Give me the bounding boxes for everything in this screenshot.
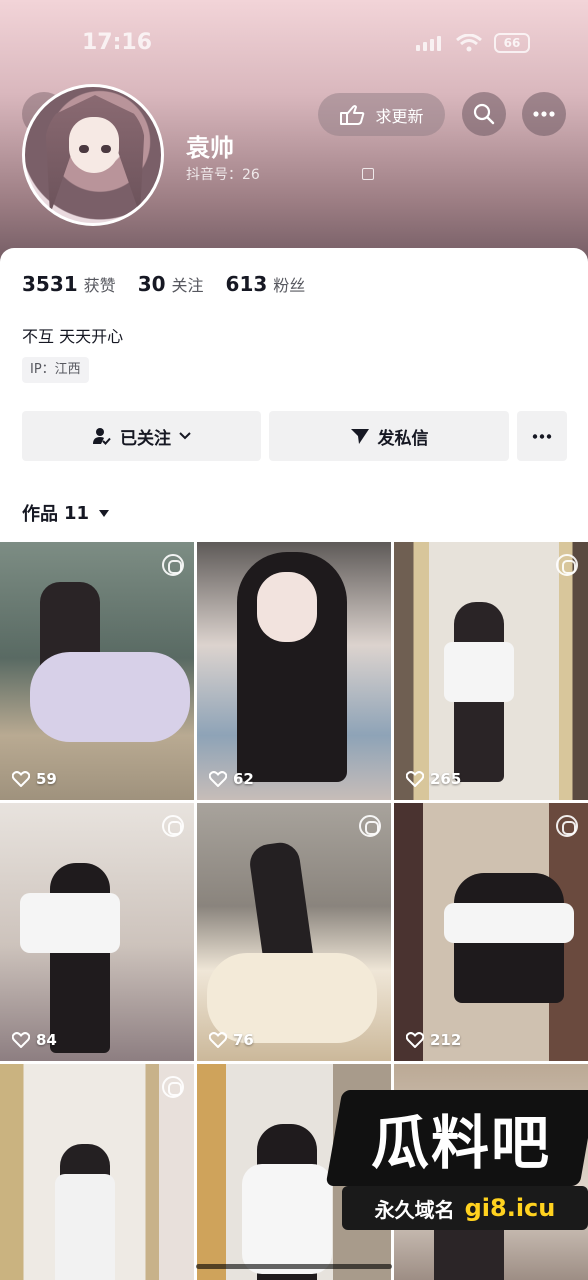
like-count: 84 bbox=[12, 1031, 57, 1049]
post-thumbnail[interactable]: 59 bbox=[0, 542, 194, 800]
dropdown-arrow-icon bbox=[99, 509, 110, 517]
stats-row: 3531 获赞 30 关注 613 粉丝 bbox=[22, 272, 305, 296]
copy-icon[interactable] bbox=[362, 168, 374, 180]
works-label: 作品 bbox=[22, 504, 58, 525]
works-count: 11 bbox=[64, 502, 90, 524]
search-button[interactable] bbox=[462, 92, 506, 136]
avatar[interactable] bbox=[22, 84, 164, 226]
live-photo-icon bbox=[556, 554, 578, 576]
post-thumbnail[interactable]: 62 bbox=[197, 542, 391, 800]
heart-icon bbox=[12, 1032, 30, 1048]
heart-icon bbox=[209, 1032, 227, 1048]
more-dots-icon bbox=[533, 111, 555, 117]
like-count: 265 bbox=[406, 770, 461, 788]
stat-likes[interactable]: 3531 获赞 bbox=[22, 272, 116, 296]
action-row: 已关注 发私信 bbox=[22, 411, 567, 461]
stat-following[interactable]: 30 关注 bbox=[138, 272, 204, 296]
request-update-label: 求更新 bbox=[375, 106, 424, 126]
watermark-logo: 瓜料吧 永久域名 gi8.icu bbox=[325, 1090, 588, 1242]
chevron-down-icon bbox=[179, 432, 191, 440]
user-check-icon bbox=[93, 428, 111, 445]
heart-icon bbox=[12, 771, 30, 787]
send-message-label: 发私信 bbox=[377, 428, 429, 449]
heart-icon bbox=[406, 1032, 424, 1048]
bio-text: 不互 天天开心 bbox=[22, 327, 124, 346]
more-button[interactable] bbox=[522, 92, 566, 136]
username: 袁帅 bbox=[186, 134, 234, 162]
live-photo-icon bbox=[162, 815, 184, 837]
like-count: 59 bbox=[12, 770, 57, 788]
search-icon bbox=[473, 103, 495, 125]
watermark-domain-bar: 永久域名 gi8.icu bbox=[342, 1186, 588, 1230]
watermark-title: 瓜料吧 bbox=[325, 1090, 588, 1186]
tab-works[interactable]: 作品 11 bbox=[22, 500, 110, 526]
watermark-sub-label: 永久域名 bbox=[374, 1197, 455, 1222]
signal-icon bbox=[416, 36, 441, 51]
like-count: 212 bbox=[406, 1031, 461, 1049]
paper-plane-icon bbox=[350, 429, 369, 444]
douyin-id: 抖音号：26 bbox=[186, 167, 260, 183]
ip-location-tag: IP：江西 bbox=[22, 357, 89, 383]
post-thumbnail[interactable]: 265 bbox=[394, 542, 588, 800]
home-indicator[interactable] bbox=[196, 1264, 392, 1269]
followed-button[interactable]: 已关注 bbox=[22, 411, 261, 461]
post-thumbnail[interactable]: 76 bbox=[197, 803, 391, 1061]
hand-point-icon bbox=[340, 104, 365, 125]
like-count: 76 bbox=[209, 1031, 254, 1049]
send-message-button[interactable]: 发私信 bbox=[269, 411, 509, 461]
heart-icon bbox=[406, 771, 424, 787]
watermark-domain: gi8.icu bbox=[464, 1194, 556, 1222]
battery-icon: 66 bbox=[494, 33, 530, 53]
more-actions-button[interactable] bbox=[517, 411, 567, 461]
more-dots-icon bbox=[532, 433, 552, 439]
followed-label: 已关注 bbox=[120, 428, 171, 449]
request-update-button[interactable]: 求更新 bbox=[318, 93, 445, 136]
live-photo-icon bbox=[162, 1076, 184, 1098]
status-time: 17:16 bbox=[82, 30, 153, 55]
stat-followers[interactable]: 613 粉丝 bbox=[226, 272, 306, 296]
like-count: 62 bbox=[209, 770, 254, 788]
heart-icon bbox=[209, 771, 227, 787]
wifi-icon bbox=[456, 34, 482, 52]
live-photo-icon bbox=[556, 815, 578, 837]
post-thumbnail[interactable]: 84 bbox=[0, 803, 194, 1061]
status-bar: 17:16 66 bbox=[0, 30, 588, 58]
live-photo-icon bbox=[359, 815, 381, 837]
post-thumbnail[interactable]: 212 bbox=[394, 803, 588, 1061]
profile-header: 17:16 66 袁帅 抖音号：26 求更新 bbox=[0, 0, 588, 270]
live-photo-icon bbox=[162, 554, 184, 576]
post-thumbnail[interactable] bbox=[0, 1064, 194, 1280]
